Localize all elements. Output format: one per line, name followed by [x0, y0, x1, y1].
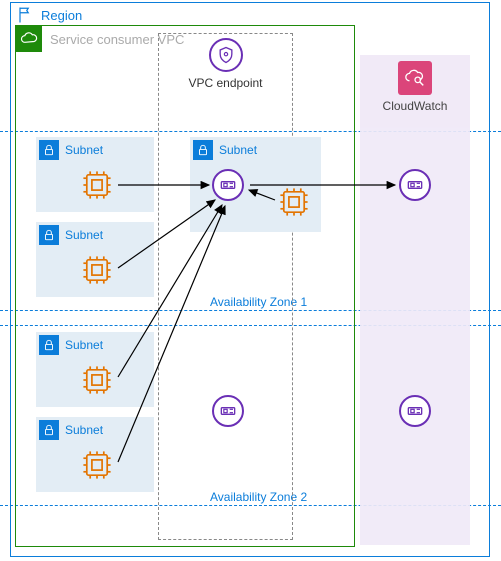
diagram-canvas: Region Availability Zone 1 Availability … — [0, 0, 501, 561]
cloudwatch-header: CloudWatch — [360, 55, 470, 113]
subnet-1-header: Subnet — [36, 137, 154, 160]
subnet-lock-icon — [39, 335, 59, 355]
vpc-endpoint-lane: VPC endpoint — [158, 33, 293, 540]
network-interface-icon — [399, 395, 431, 427]
cloudwatch-column: CloudWatch — [360, 55, 470, 545]
endpoint-header: VPC endpoint — [159, 38, 292, 90]
network-interface-icon — [399, 169, 431, 201]
endpoint-label: VPC endpoint — [159, 76, 292, 90]
compute-chip-icon — [80, 363, 114, 397]
subnet-lock-icon — [39, 225, 59, 245]
subnet-1-title: Subnet — [65, 143, 103, 157]
region-flag-icon — [17, 6, 35, 24]
subnet-2-title: Subnet — [65, 228, 103, 242]
subnet-ep-title: Subnet — [219, 143, 257, 157]
network-interface-icon — [212, 169, 244, 201]
region-header: Region — [11, 3, 88, 27]
cloudwatch-magnifier-icon — [398, 61, 432, 95]
cloudwatch-label: CloudWatch — [360, 99, 470, 113]
subnet-ep-header: Subnet — [190, 137, 321, 160]
subnet-4-title: Subnet — [65, 423, 103, 437]
subnet-3-header: Subnet — [36, 332, 154, 355]
subnet-lock-icon — [39, 140, 59, 160]
compute-chip-icon — [80, 448, 114, 482]
region-label: Region — [41, 8, 82, 23]
subnet-3-title: Subnet — [65, 338, 103, 352]
compute-chip-icon — [277, 185, 311, 219]
subnet-lock-icon — [193, 140, 213, 160]
vpc-cloud-icon — [16, 26, 42, 52]
compute-chip-icon — [80, 168, 114, 202]
subnet-2-header: Subnet — [36, 222, 154, 245]
compute-chip-icon — [80, 253, 114, 287]
subnet-lock-icon — [39, 420, 59, 440]
network-interface-icon — [212, 395, 244, 427]
endpoint-shield-icon — [209, 38, 243, 72]
subnet-4-header: Subnet — [36, 417, 154, 440]
